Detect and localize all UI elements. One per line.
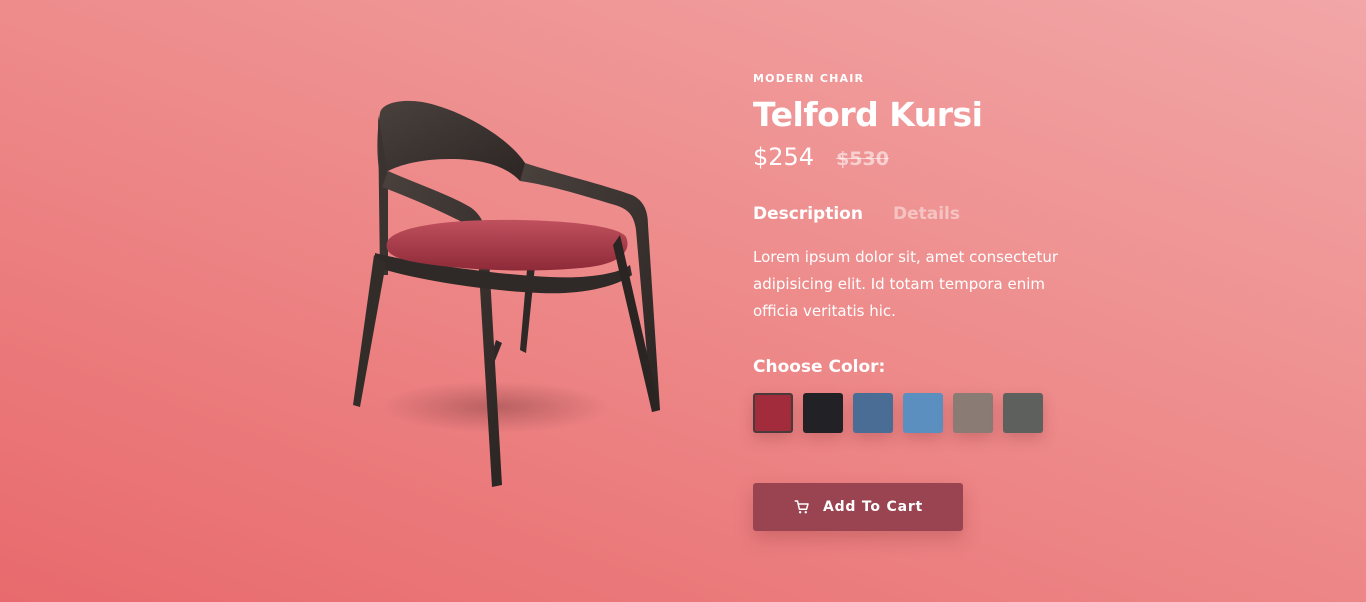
original-price: $530 <box>836 148 889 170</box>
product-category: MODERN CHAIR <box>753 72 865 85</box>
info-tabs: Description Details <box>753 202 1153 226</box>
swatch-grey-green[interactable] <box>1003 393 1043 433</box>
tab-details[interactable]: Details <box>893 202 960 226</box>
swatch-taupe[interactable] <box>953 393 993 433</box>
product-info: MODERN CHAIR Telford Kursi $254 $530 Des… <box>753 70 1153 531</box>
add-to-cart-button[interactable]: Add To Cart <box>753 483 963 531</box>
tab-description[interactable]: Description <box>753 202 863 226</box>
swatch-black-fabric[interactable] <box>803 393 843 433</box>
cart-icon <box>794 500 809 514</box>
color-heading: Choose Color: <box>753 357 886 377</box>
price-row: $254 $530 <box>753 140 1153 174</box>
product-page: MODERN CHAIR Telford Kursi $254 $530 Des… <box>0 0 1366 602</box>
swatch-denim-dark[interactable] <box>853 393 893 433</box>
swatch-red-fabric[interactable] <box>753 393 793 433</box>
product-image <box>320 85 700 505</box>
swatch-denim-light[interactable] <box>903 393 943 433</box>
chair-illustration <box>353 100 660 487</box>
product-description: Lorem ipsum dolor sit, amet consectetur … <box>753 248 1059 320</box>
color-swatches <box>753 393 1153 433</box>
product-title: Telford Kursi <box>753 95 983 134</box>
current-price: $254 <box>753 143 815 171</box>
add-to-cart-label: Add To Cart <box>822 499 924 515</box>
